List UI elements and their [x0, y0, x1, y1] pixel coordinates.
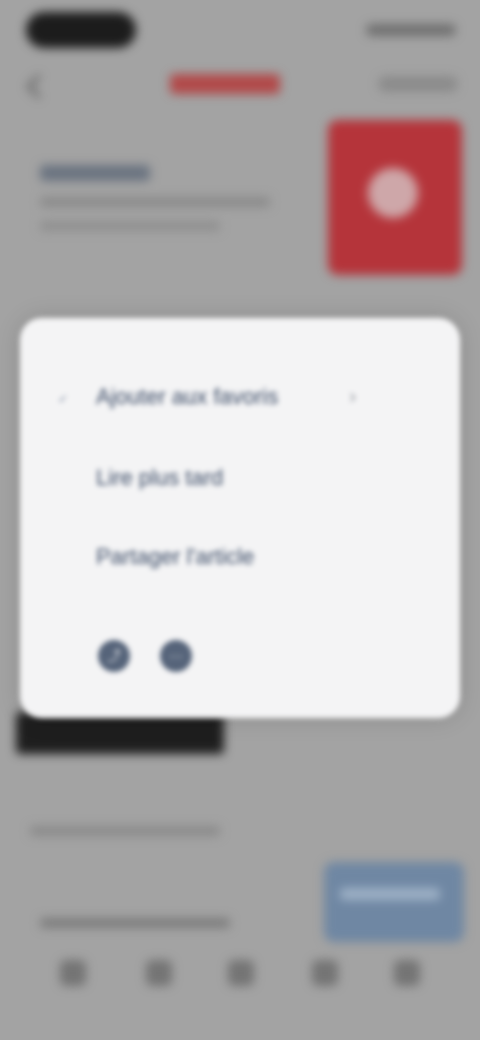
option-label: Lire plus tard	[96, 465, 224, 490]
top-navigation-bar	[0, 60, 480, 110]
search-icon[interactable]	[146, 960, 172, 986]
options-sheet: ✓ Ajouter aux favoris › Lire plus tard P…	[20, 318, 460, 718]
profile-icon[interactable]	[394, 960, 420, 986]
option-label: Ajouter aux favoris	[96, 384, 279, 409]
notifications-icon[interactable]	[312, 960, 338, 986]
nav-actions[interactable]	[378, 76, 458, 92]
app-logo	[170, 74, 280, 94]
app-screen: ✓ Ajouter aux favoris › Lire plus tard P…	[0, 0, 480, 1040]
bookmark-icon[interactable]	[228, 960, 254, 986]
more-icon[interactable]: ⋯	[160, 640, 192, 672]
article-category	[40, 165, 150, 181]
dark-banner	[16, 712, 224, 754]
back-arrow-icon[interactable]	[26, 74, 51, 99]
status-time-pill	[26, 12, 136, 48]
option-label: Partager l'article	[96, 544, 255, 569]
thumbnail-illustration	[368, 168, 418, 218]
secondary-text	[40, 918, 230, 928]
share-icon[interactable]: ⤴	[98, 640, 130, 672]
article-meta	[30, 826, 220, 836]
article-thumbnail[interactable]	[328, 120, 462, 275]
option-share-article[interactable]: Partager l'article	[20, 530, 460, 584]
sheet-actions: ⤴ ⋯	[98, 640, 218, 680]
home-icon[interactable]	[60, 960, 86, 986]
article-header[interactable]	[40, 165, 300, 245]
promo-card-label	[340, 888, 440, 900]
article-title-line	[40, 197, 270, 207]
status-icons	[366, 24, 456, 36]
option-add-favorites[interactable]: ✓ Ajouter aux favoris ›	[20, 370, 460, 424]
check-icon: ✓	[58, 392, 69, 406]
option-read-later[interactable]: Lire plus tard	[20, 451, 460, 505]
promo-card[interactable]	[324, 862, 464, 942]
chevron-right-icon: ›	[349, 386, 356, 408]
status-bar	[0, 0, 480, 60]
article-title-line	[40, 221, 220, 231]
bottom-tab-bar	[0, 940, 480, 1010]
